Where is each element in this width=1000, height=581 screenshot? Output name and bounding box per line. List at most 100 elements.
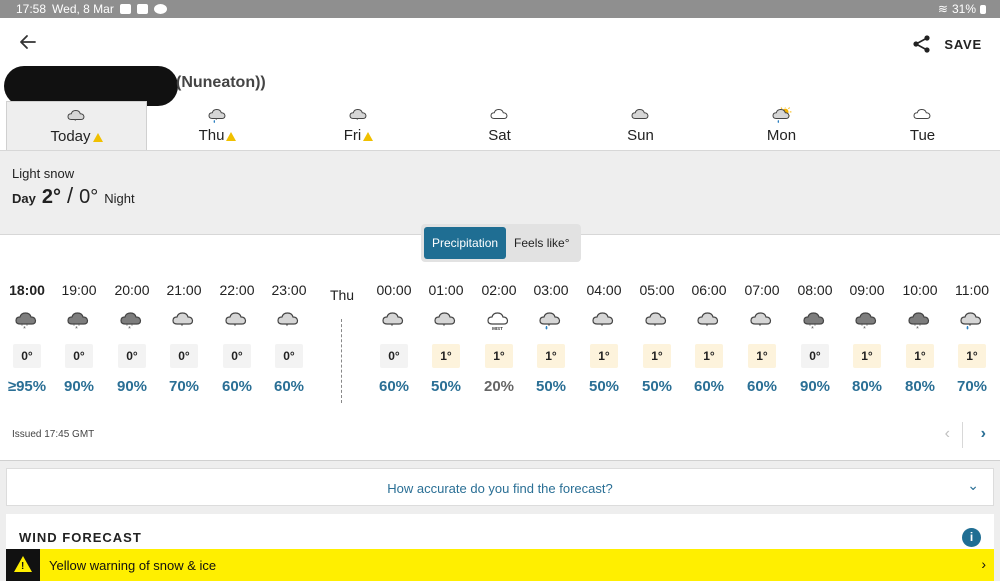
- hour-temperature: 1°: [643, 344, 671, 368]
- info-icon[interactable]: i: [962, 528, 981, 547]
- precipitation-probability: ≥95%: [7, 378, 47, 395]
- hour-column: 01:00 * 1° 50%: [420, 281, 472, 395]
- sleet-icon: *: [959, 310, 985, 332]
- day-summary: Light snow Day 2° / 0° Night: [0, 150, 1000, 235]
- day-tab-thu[interactable]: * Thu: [147, 101, 288, 150]
- warning-banner[interactable]: ! Yellow warning of snow & ice ›: [6, 549, 994, 581]
- hour-temperature: 0°: [65, 344, 93, 368]
- day-divider-label: Thu: [329, 287, 355, 303]
- issued-time: Issued 17:45 GMT: [12, 429, 95, 440]
- warning-text: Yellow warning of snow & ice: [49, 558, 217, 573]
- hour-column: 19:00 * * * 0° 90%: [53, 281, 105, 395]
- forecast-feedback[interactable]: How accurate do you find the forecast? ⌄: [6, 468, 994, 506]
- hour-temperature: 1°: [485, 344, 513, 368]
- day-tab-label-text: Tue: [909, 127, 936, 144]
- precipitation-probability: 60%: [378, 378, 410, 395]
- heavy-snow-icon: * * *: [907, 310, 933, 333]
- svg-text:*: *: [863, 326, 866, 332]
- hour-temperature: 0°: [118, 344, 146, 368]
- precipitation-probability: 20%: [483, 378, 515, 395]
- precipitation-probability: 60%: [693, 378, 725, 395]
- svg-text:*: *: [181, 324, 184, 331]
- hour-temperature: 1°: [748, 344, 776, 368]
- day-tab-label: Sat: [429, 127, 570, 144]
- day-tab-label: Today: [7, 128, 146, 145]
- svg-text:*: *: [234, 324, 237, 331]
- night-temp: 0°: [79, 186, 99, 208]
- svg-text:*: *: [75, 326, 78, 332]
- svg-text:*: *: [443, 324, 446, 331]
- svg-text:*: *: [866, 323, 869, 330]
- day-tab-label: Tue: [852, 127, 993, 144]
- hour-temperature: 0°: [380, 344, 408, 368]
- hour-time: 18:00: [9, 282, 45, 298]
- warning-triangle-icon: [363, 132, 374, 141]
- precipitation-probability: 90%: [799, 378, 831, 395]
- hourly-strip[interactable]: Thu 18:00 * * * 0° ≥95% 19:00 * * * 0° 90% 20:00 * * * 0…: [0, 281, 1000, 411]
- hour-column: 08:00 * * * 0° 90%: [789, 281, 841, 395]
- svg-text:*: *: [286, 324, 289, 331]
- day-tab-sun[interactable]: Sun: [570, 101, 711, 150]
- light-snow-icon: *: [381, 310, 407, 332]
- svg-text:*: *: [969, 324, 972, 331]
- previous-arrow-icon[interactable]: ‹: [945, 425, 950, 443]
- precipitation-probability: 50%: [535, 378, 567, 395]
- status-date: Wed, 8 Mar: [52, 2, 114, 16]
- day-tab-sat[interactable]: Sat: [429, 101, 570, 150]
- svg-text:*: *: [548, 324, 551, 331]
- hour-time: 08:00: [797, 282, 833, 298]
- svg-text:*: *: [215, 118, 218, 124]
- day-tab-tue[interactable]: Tue: [852, 101, 993, 150]
- precipitation-probability: 80%: [904, 378, 936, 395]
- day-temp: 2°: [41, 186, 61, 208]
- day-tab-label: Fri: [288, 127, 429, 144]
- share-icon: [913, 35, 930, 53]
- light-snow-icon: *: [696, 310, 722, 332]
- share-save-button[interactable]: SAVE: [912, 34, 982, 54]
- heavy-snow-icon: * * *: [119, 310, 145, 333]
- weather-condition: Light snow: [12, 166, 75, 181]
- precipitation-probability: 90%: [116, 378, 148, 395]
- feels-like-toggle[interactable]: Feels like°: [506, 227, 577, 259]
- hour-temperature: 1°: [590, 344, 618, 368]
- hour-time: 23:00: [271, 282, 307, 298]
- hour-temperature: 0°: [275, 344, 303, 368]
- cloud-sleet-icon: *: [207, 107, 229, 124]
- hour-temperature: 1°: [906, 344, 934, 368]
- day-tab-label: Thu: [147, 127, 288, 144]
- day-tab-mon[interactable]: Mon: [711, 101, 852, 150]
- light-snow-icon: *: [749, 310, 775, 332]
- hour-temperature: 1°: [432, 344, 460, 368]
- light-snow-icon: *: [591, 310, 617, 332]
- location-title: (Nuneaton)): [176, 74, 266, 91]
- day-tab-fri[interactable]: * Fri: [288, 101, 429, 150]
- redacted-location: [4, 66, 178, 106]
- precipitation-probability: 60%: [746, 378, 778, 395]
- svg-text:*: *: [391, 324, 394, 331]
- next-arrow-icon[interactable]: ›: [981, 425, 986, 443]
- day-tab-label-text: Sat: [488, 127, 511, 144]
- app-header: SAVE (Nuneaton)) * Today * Thu * Fri Sat Sun Mon…: [0, 18, 1000, 150]
- cloud-snow-icon: *: [66, 108, 88, 125]
- precipitation-probability: 60%: [221, 378, 253, 395]
- precipitation-probability: 50%: [430, 378, 462, 395]
- hour-time: 09:00: [849, 282, 885, 298]
- back-button[interactable]: [18, 32, 42, 56]
- hourly-forecast: Precipitation Feels like° Thu 18:00 * * * 0°…: [0, 224, 1000, 461]
- cloud-snow-icon: *: [348, 107, 370, 124]
- day-night-temps: Day 2° / 0° Night: [12, 183, 135, 209]
- hour-column: 04:00 * 1° 50%: [578, 281, 630, 395]
- day-tab-today[interactable]: * Today: [6, 101, 147, 150]
- svg-text:*: *: [706, 324, 709, 331]
- hour-time: 06:00: [691, 282, 727, 298]
- hour-column: 03:00 * 1° 50%: [525, 281, 577, 395]
- day-tab-label-text: Sun: [627, 127, 654, 144]
- precipitation-toggle[interactable]: Precipitation: [424, 227, 507, 259]
- hour-temperature: 0°: [801, 344, 829, 368]
- light-snow-icon: *: [433, 310, 459, 332]
- hour-temperature: 0°: [170, 344, 198, 368]
- hour-column: 21:00 * 0° 70%: [158, 281, 210, 395]
- day-divider-line: [341, 319, 342, 403]
- day-tab-label-text: Thu: [198, 127, 225, 144]
- warning-icon: !: [6, 549, 40, 581]
